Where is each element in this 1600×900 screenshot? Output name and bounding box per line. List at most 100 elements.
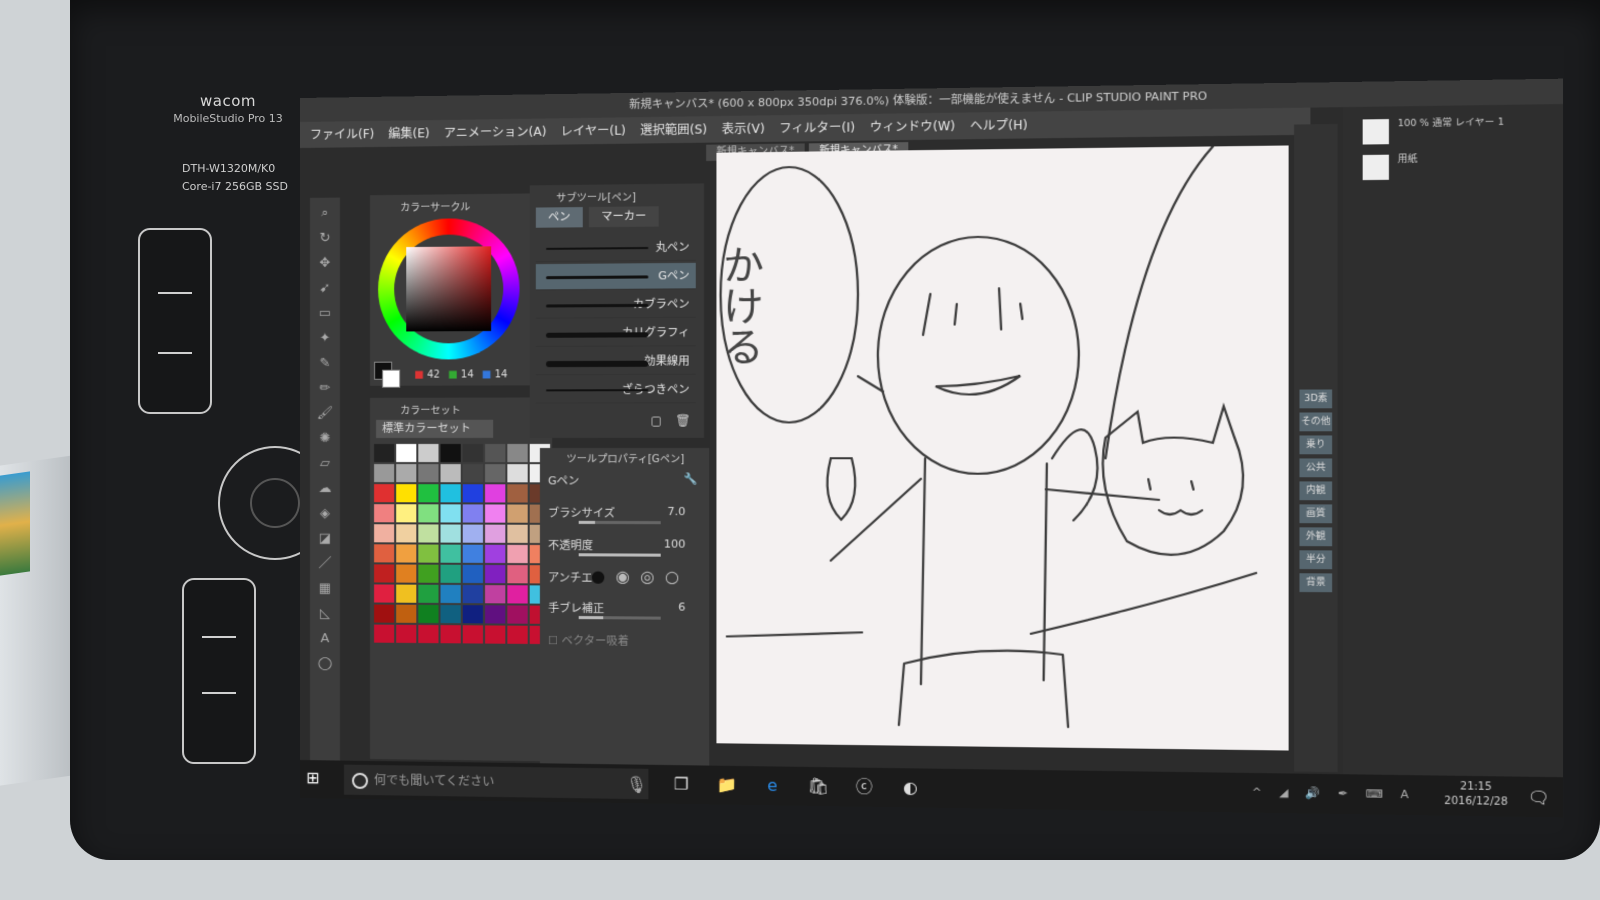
color-swatch[interactable] <box>396 544 417 563</box>
brush-size-slider[interactable] <box>578 520 661 525</box>
color-swatch[interactable] <box>462 464 484 483</box>
vector-snap-checkbox[interactable]: ☐ <box>548 634 562 647</box>
color-swatch[interactable] <box>396 504 417 523</box>
color-swatch[interactable] <box>418 544 439 563</box>
color-swatch[interactable] <box>440 443 461 463</box>
color-circle-tab[interactable]: カラーサークル <box>400 198 470 214</box>
rotate-tool-icon[interactable]: ↻ <box>316 230 334 248</box>
color-swatch[interactable] <box>374 504 395 523</box>
color-swatch[interactable] <box>462 504 484 523</box>
material-tag[interactable]: その他 <box>1299 412 1333 432</box>
pen-settings-icon[interactable]: ✒ <box>1338 787 1348 801</box>
sub-color-swatch[interactable] <box>382 369 401 388</box>
color-swatch[interactable] <box>374 464 395 483</box>
menu-edit[interactable]: 編集(E) <box>388 120 429 147</box>
layer-row-paper[interactable]: 用紙 <box>1354 151 1541 185</box>
store-icon[interactable]: 🛍 <box>806 774 831 799</box>
color-swatch[interactable] <box>485 625 506 644</box>
color-swatch[interactable] <box>440 524 461 543</box>
color-swatch[interactable] <box>396 443 417 463</box>
color-swatch[interactable] <box>418 443 439 463</box>
color-swatch[interactable] <box>485 585 506 604</box>
color-swatch[interactable] <box>396 484 417 503</box>
color-swatch[interactable] <box>418 484 439 503</box>
taskbar-clock[interactable]: 21:15 2016/12/28 <box>1444 780 1508 810</box>
color-set-tab[interactable]: カラーセット <box>400 402 461 417</box>
color-swatch[interactable] <box>440 604 461 624</box>
color-swatch[interactable] <box>462 625 484 644</box>
color-swatch[interactable] <box>485 524 506 543</box>
stabilization-slider[interactable] <box>578 616 661 620</box>
brush-maru-pen[interactable]: 丸ペン <box>535 234 696 263</box>
edge-browser-icon[interactable]: e <box>760 773 785 798</box>
color-swatch[interactable] <box>507 565 528 584</box>
color-swatch[interactable] <box>440 544 461 563</box>
material-tag[interactable]: 公共 <box>1299 458 1333 478</box>
menu-selection[interactable]: 選択範囲(S) <box>640 116 707 143</box>
tab-marker[interactable]: マーカー <box>588 206 659 228</box>
antialias-none-icon[interactable]: ● <box>591 566 605 585</box>
gradient-tool-icon[interactable]: ◪ <box>316 530 334 548</box>
layer-row-1[interactable]: 100 % 通常 レイヤー 1 <box>1354 115 1541 149</box>
fill-tool-icon[interactable]: ◈ <box>316 505 334 523</box>
color-swatch[interactable] <box>396 524 417 543</box>
color-swatch[interactable] <box>507 464 528 483</box>
color-swatch[interactable] <box>485 484 506 503</box>
color-swatch[interactable] <box>507 524 528 543</box>
color-swatch[interactable] <box>396 584 417 603</box>
menu-layer[interactable]: レイヤー(L) <box>561 117 626 144</box>
brush-effect-line[interactable]: 効果線用 <box>535 348 696 376</box>
color-swatch[interactable] <box>418 504 439 523</box>
brush-g-pen[interactable]: Gペン <box>535 262 696 291</box>
frame-tool-icon[interactable]: ▦ <box>316 580 334 598</box>
material-tag[interactable]: 画質 <box>1299 504 1333 524</box>
color-swatch[interactable] <box>485 464 506 483</box>
notification-icon[interactable]: 🗨 <box>1527 787 1550 807</box>
material-tag[interactable]: 背景 <box>1299 573 1333 593</box>
move-tool-icon[interactable]: ✥ <box>316 255 334 273</box>
color-swatch[interactable] <box>440 584 461 604</box>
operation-tool-icon[interactable]: ➹ <box>316 280 334 298</box>
color-swatch[interactable] <box>418 564 439 583</box>
color-swatch[interactable] <box>396 464 417 483</box>
color-swatch[interactable] <box>462 484 484 503</box>
drawing-canvas[interactable]: かける <box>716 145 1289 751</box>
windows-start-icon[interactable]: ⊞ <box>306 768 328 790</box>
color-swatch[interactable] <box>440 504 461 523</box>
network-icon[interactable]: ◢ <box>1279 786 1288 800</box>
balloon-tool-icon[interactable]: ◯ <box>316 655 334 673</box>
color-swatch[interactable] <box>396 624 417 643</box>
color-swatch[interactable] <box>507 484 528 503</box>
brush-tool-icon[interactable]: 🖌 <box>316 405 334 423</box>
text-tool-icon[interactable]: A <box>316 630 334 648</box>
color-swatch[interactable] <box>485 605 506 624</box>
saturation-value-square[interactable] <box>406 246 492 332</box>
material-tag[interactable]: 乗り <box>1299 435 1333 455</box>
color-swatch[interactable] <box>462 524 484 543</box>
color-swatch[interactable] <box>418 584 439 603</box>
color-swatch[interactable] <box>507 585 528 604</box>
menu-animation[interactable]: アニメーション(A) <box>444 118 547 146</box>
ime-indicator[interactable]: A <box>1400 788 1408 802</box>
keyboard-icon[interactable]: ⌨ <box>1366 787 1383 801</box>
blend-tool-icon[interactable]: ☁ <box>316 480 334 498</box>
color-swatch[interactable] <box>440 464 461 483</box>
color-swatch[interactable] <box>440 564 461 583</box>
stabilization-value[interactable]: 6 <box>678 600 685 613</box>
color-swatch[interactable] <box>374 584 395 603</box>
color-swatch[interactable] <box>507 504 528 523</box>
figure-tool-icon[interactable]: ／ <box>316 555 334 573</box>
express-key-top[interactable] <box>138 228 212 414</box>
color-swatch[interactable] <box>440 484 461 503</box>
color-swatch[interactable] <box>462 584 484 604</box>
color-swatch[interactable] <box>485 504 506 523</box>
material-tag[interactable]: 半分 <box>1299 550 1333 570</box>
file-explorer-icon[interactable]: 📁 <box>714 773 739 798</box>
color-swatch[interactable] <box>374 524 395 543</box>
ruler-tool-icon[interactable]: ◺ <box>316 605 334 623</box>
clip-studio-icon[interactable]: ⓒ <box>852 775 877 800</box>
color-swatch[interactable] <box>462 544 484 563</box>
color-swatch[interactable] <box>440 625 461 644</box>
color-swatch[interactable] <box>507 625 528 644</box>
opacity-value[interactable]: 100 <box>664 537 686 550</box>
